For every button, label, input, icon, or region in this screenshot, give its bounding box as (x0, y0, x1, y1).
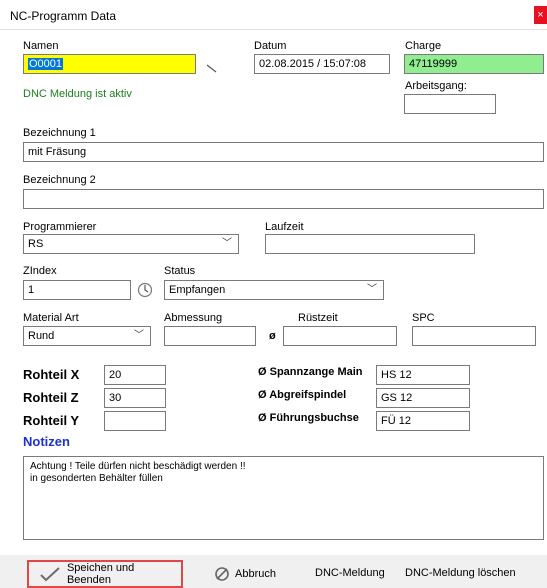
cancel-circle-icon (215, 567, 229, 581)
namen-field[interactable]: O0001 (23, 54, 196, 74)
rohteil-z-field[interactable]: 30 (104, 388, 166, 408)
abmessung-field[interactable] (164, 326, 256, 346)
zindex-field[interactable]: 1 (23, 280, 131, 300)
spannzange-field[interactable]: HS 12 (376, 365, 470, 385)
chevron-down-icon: ﹀ (134, 330, 144, 341)
abgreifspindel-field[interactable]: GS 12 (376, 388, 470, 408)
close-button[interactable]: × (534, 6, 547, 24)
programmierer-label: Programmierer (23, 221, 97, 233)
cursor-icon (206, 64, 217, 73)
dnc-meldung-loeschen-label: DNC-Meldung löschen (405, 567, 516, 579)
namen-label: Namen (23, 40, 59, 52)
notizen-label: Notizen (23, 434, 70, 449)
status-value: Empfangen (169, 284, 226, 296)
material-art-value: Rund (28, 330, 55, 342)
rohteil-y-field[interactable] (104, 411, 166, 431)
fuehrungsbuchse-field[interactable]: FÜ 12 (376, 411, 470, 431)
diameter-symbol: ø (269, 330, 276, 342)
cycle-icon[interactable] (137, 282, 153, 298)
status-select[interactable]: Empfangen ﹀ (164, 280, 384, 300)
arbeitsgang-label: Arbeitsgang: (405, 80, 467, 92)
rohteil-x-label: Rohteil X (23, 367, 80, 382)
spc-label: SPC (412, 312, 435, 324)
rohteil-y-label: Rohteil Y (23, 413, 80, 428)
bezeichnung1-label: Bezeichnung 1 (23, 127, 96, 139)
cancel-button[interactable]: Abbruch (214, 565, 276, 583)
bezeichnung2-label: Bezeichnung 2 (23, 174, 96, 186)
cancel-button-label: Abbruch (235, 568, 276, 580)
rohteil-z-label: Rohteil Z (23, 390, 79, 405)
laufzeit-label: Laufzeit (265, 221, 304, 233)
datum-label: Datum (254, 40, 287, 52)
notizen-textarea[interactable]: Achtung ! Teile dürfen nicht beschädigt … (23, 456, 544, 540)
status-label: Status (164, 265, 196, 277)
abmessung-label: Abmessung (164, 312, 223, 324)
material-art-label: Material Art (23, 312, 79, 324)
rohteil-x-field[interactable]: 20 (104, 365, 166, 385)
window-title: NC-Programm Data (10, 9, 117, 23)
charge-field[interactable]: 47119999 (404, 54, 544, 74)
spannzange-label: Ø Spannzange Main (258, 366, 363, 378)
programmierer-value: RS (28, 238, 44, 250)
save-button[interactable]: Speichen und Beenden (27, 560, 183, 588)
datum-field[interactable]: 02.08.2015 / 15:07:08 (254, 54, 390, 74)
charge-label: Charge (405, 40, 442, 52)
bezeichnung1-field[interactable]: mit Fräsung (23, 142, 544, 162)
fuehrungsbuchse-label: Ø Führungsbuchse (258, 412, 359, 424)
save-button-label: Speichen und Beenden (66, 562, 135, 586)
arbeitsgang-field[interactable] (404, 94, 496, 114)
material-art-select[interactable]: Rund ﹀ (23, 326, 151, 346)
dnc-meldung-label: DNC-Meldung (315, 567, 385, 579)
chevron-down-icon: ﹀ (222, 238, 232, 249)
checkmark-icon (40, 567, 60, 582)
spc-field[interactable] (412, 326, 536, 346)
zindex-label: ZIndex (23, 265, 57, 277)
ruestzeit-field[interactable] (283, 326, 397, 346)
namen-value: O0001 (28, 58, 64, 70)
abgreifspindel-label: Ø Abgreifspindel (258, 389, 347, 401)
dnc-meldung-button[interactable]: DNC-Meldung (315, 567, 385, 579)
ruestzeit-label: Rüstzeit (298, 312, 338, 324)
laufzeit-field[interactable] (265, 234, 475, 254)
bezeichnung2-field[interactable] (23, 189, 544, 209)
programmierer-select[interactable]: RS ﹀ (23, 234, 239, 254)
dnc-status-text: DNC Meldung ist aktiv (23, 88, 132, 100)
dnc-meldung-loeschen-button[interactable]: DNC-Meldung löschen (405, 567, 516, 579)
chevron-down-icon: ﹀ (367, 284, 377, 295)
